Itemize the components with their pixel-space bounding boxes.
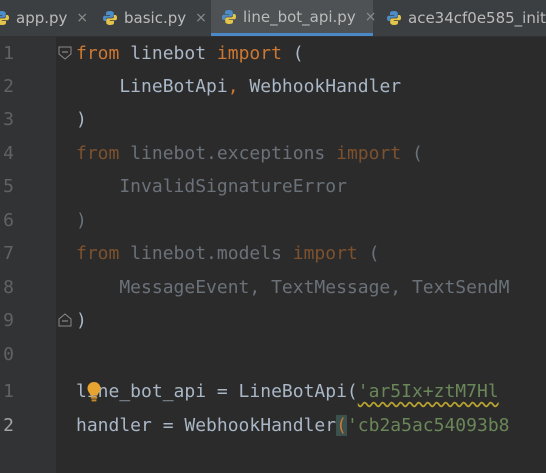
code-text: line_bot_api = LineBotApi('ar5Ix+ztM7Hl bbox=[76, 381, 499, 402]
tab-label: line_bot_api.py bbox=[243, 7, 356, 26]
fold-collapse-icon[interactable] bbox=[58, 46, 72, 60]
tab-line-bot-api-py[interactable]: line_bot_api.py × bbox=[211, 0, 376, 36]
close-tab-icon[interactable]: × bbox=[365, 9, 377, 25]
code-line-current[interactable]: 2 handler = WebhookHandler('cb2a5ac54093… bbox=[0, 409, 546, 442]
code-line[interactable]: 8 MessageEvent, TextMessage, TextSendM bbox=[0, 271, 546, 304]
line-number: 6 bbox=[3, 210, 14, 231]
code-line[interactable]: 6 ) bbox=[0, 204, 546, 237]
code-text: LineBotApi, WebhookHandler bbox=[76, 76, 402, 97]
tab-label: basic.py bbox=[124, 9, 187, 27]
tab-label: ace34cf0e585_initia bbox=[408, 9, 546, 27]
line-number: 5 bbox=[3, 176, 14, 197]
close-tab-icon[interactable]: × bbox=[195, 10, 207, 26]
matched-paren: ( bbox=[336, 415, 347, 436]
code-line[interactable]: 7 from linebot.models import ( bbox=[0, 237, 546, 270]
line-number: 2 bbox=[3, 76, 14, 97]
code-text: ) bbox=[76, 310, 87, 331]
tab-label: app.py bbox=[16, 9, 68, 27]
line-number: 0 bbox=[3, 344, 14, 365]
string-literal: 'cb2a5ac54093b8 bbox=[346, 415, 510, 436]
tab-app-py[interactable]: app.py × bbox=[0, 0, 92, 36]
tab-basic-py[interactable]: basic.py × bbox=[102, 0, 207, 36]
line-number: 3 bbox=[3, 109, 14, 130]
code-line[interactable]: 1 from linebot import ( bbox=[0, 37, 546, 70]
code-line[interactable]: 5 InvalidSignatureError bbox=[0, 170, 546, 203]
code-line[interactable]: 9 ) bbox=[0, 304, 546, 337]
line-number: 9 bbox=[3, 310, 14, 331]
python-file-icon bbox=[222, 9, 236, 24]
lightbulb-intention-icon[interactable] bbox=[86, 381, 102, 403]
line-number: 1 bbox=[3, 381, 14, 402]
code-text-unused-import: ) bbox=[76, 210, 87, 231]
code-text-unused-import: MessageEvent, TextMessage, TextSendM bbox=[76, 277, 510, 298]
fold-end-icon[interactable] bbox=[58, 313, 72, 327]
line-number: 8 bbox=[3, 277, 14, 298]
code-text-unused-import: from linebot.models import ( bbox=[76, 243, 380, 264]
code-line[interactable]: 0 bbox=[0, 338, 546, 371]
python-file-icon bbox=[103, 11, 117, 25]
code-line[interactable]: 1 line_bot_api = LineBotApi('ar5Ix+ztM7H… bbox=[0, 375, 546, 408]
string-literal: 'ar5Ix+ztM7Hl bbox=[357, 381, 499, 402]
line-number: 1 bbox=[3, 43, 14, 64]
line-number: 7 bbox=[3, 243, 14, 264]
code-text: ) bbox=[76, 109, 87, 130]
code-line[interactable]: 4 from linebot.exceptions import ( bbox=[0, 137, 546, 170]
code-text-unused-import: from linebot.exceptions import ( bbox=[76, 143, 423, 164]
code-text-unused-import: InvalidSignatureError bbox=[76, 176, 347, 197]
code-text: from linebot import ( bbox=[76, 43, 304, 64]
python-file-icon bbox=[387, 11, 401, 25]
line-number: 4 bbox=[3, 143, 14, 164]
code-line[interactable]: 2 LineBotApi, WebhookHandler bbox=[0, 70, 546, 103]
editor-tab-bar: app.py × basic.py × line_bot_api.py × ac… bbox=[0, 0, 546, 37]
code-text: handler = WebhookHandler('cb2a5ac54093b8 bbox=[76, 415, 510, 436]
code-editor[interactable]: 1 from linebot import ( 2 LineBotApi, We… bbox=[0, 37, 546, 473]
python-file-icon bbox=[0, 11, 9, 25]
tab-ace34cf0e585-initial[interactable]: ace34cf0e585_initia bbox=[386, 0, 546, 36]
close-tab-icon[interactable]: × bbox=[76, 10, 88, 26]
line-number: 2 bbox=[3, 415, 14, 436]
code-line[interactable]: 3 ) bbox=[0, 103, 546, 136]
